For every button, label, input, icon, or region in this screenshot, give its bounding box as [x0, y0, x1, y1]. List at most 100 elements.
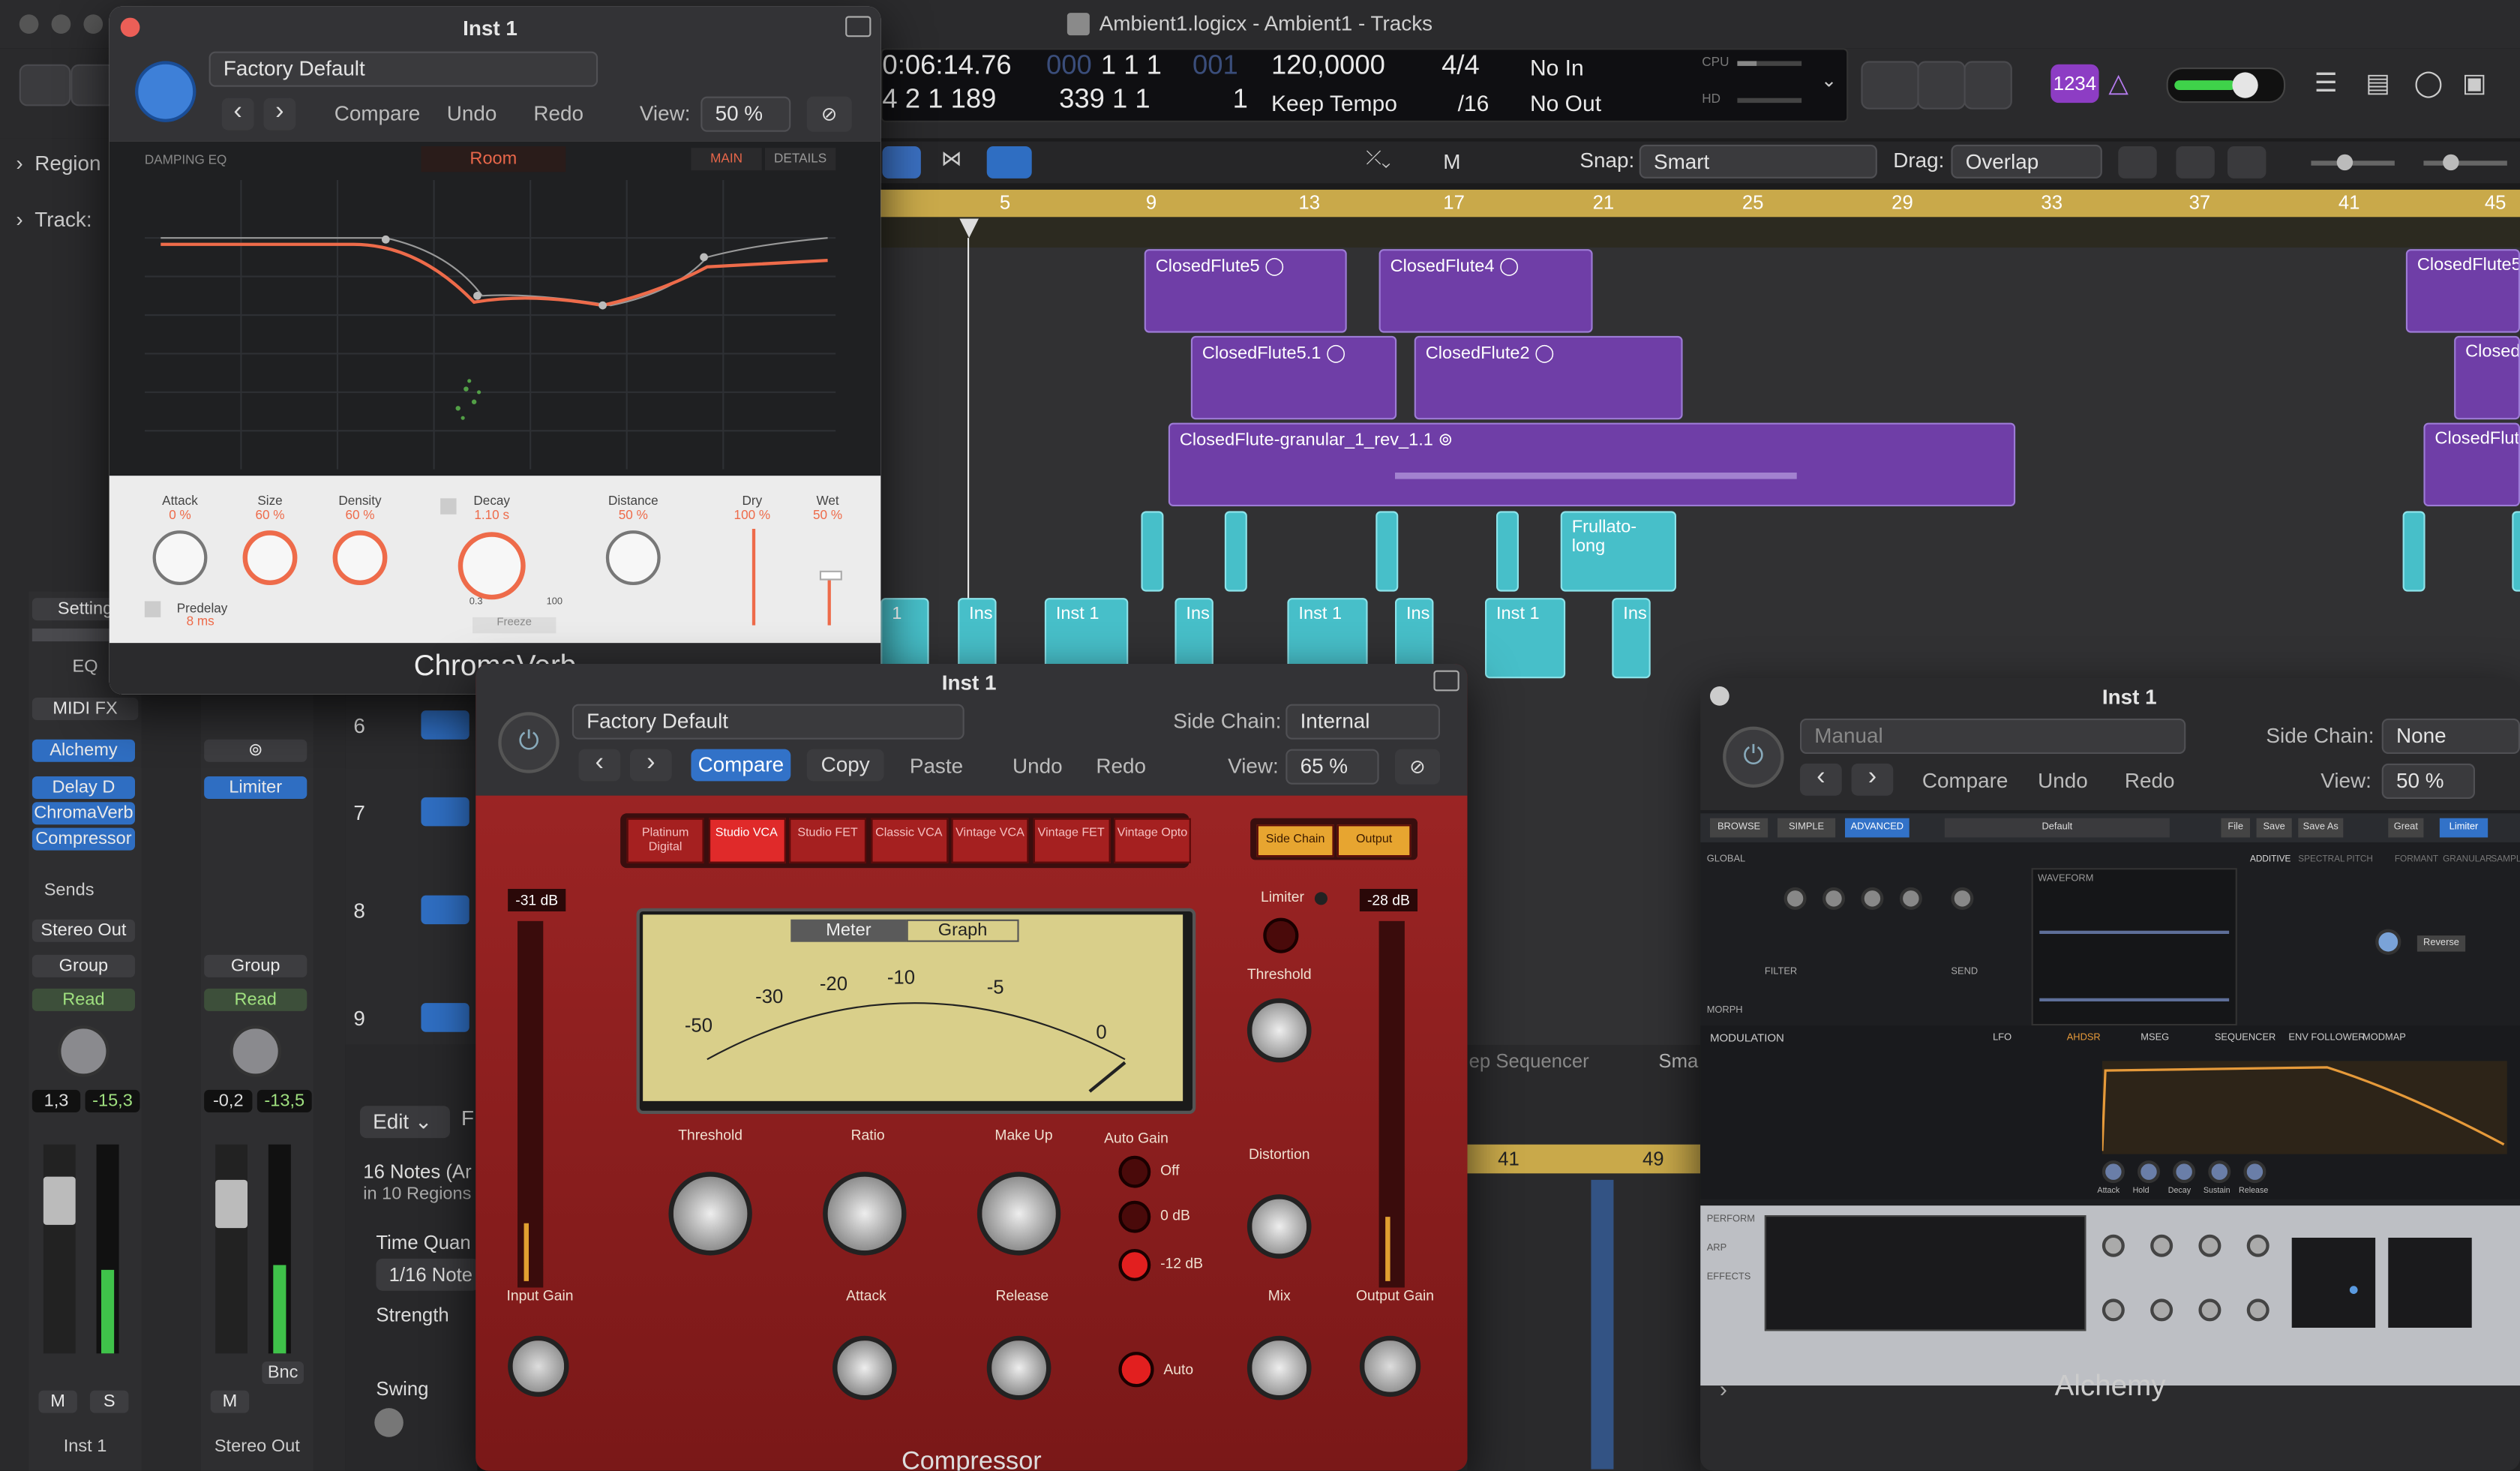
output-button[interactable]: Output	[1336, 824, 1412, 857]
region[interactable]: ClosedFlute5.1 ◯	[1190, 335, 1397, 420]
horizontal-zoom-icon[interactable]	[2228, 146, 2266, 179]
link-icon[interactable]: ⊘	[806, 96, 852, 132]
power-button[interactable]: ⏻	[498, 712, 560, 773]
auto-gain-off-button[interactable]	[1118, 1155, 1151, 1188]
close-window-button[interactable]	[19, 14, 39, 34]
horizontal-zoom-slider[interactable]	[2423, 154, 2507, 171]
disclosure-icon[interactable]: ›	[1720, 1376, 1727, 1401]
master-volume-slider[interactable]	[2166, 68, 2286, 104]
source-section-tab[interactable]: FORMANT	[2395, 855, 2438, 865]
source-section-tab[interactable]: GRANULAR	[2443, 855, 2492, 865]
region[interactable]	[1141, 511, 1164, 592]
reverb-knob[interactable]	[605, 530, 661, 585]
view-select[interactable]: 50 %	[700, 96, 791, 132]
threshold-knob[interactable]	[668, 1172, 752, 1256]
track-icon[interactable]	[421, 895, 470, 925]
previous-preset-button[interactable]: ‹	[578, 749, 621, 782]
source-section-tab[interactable]: SAMPLE	[2491, 855, 2520, 865]
close-plugin-button[interactable]	[120, 17, 140, 38]
source-section-tab[interactable]: PITCH	[2347, 855, 2373, 865]
region[interactable]: Frullato-long	[1560, 511, 1676, 592]
pan-knob[interactable]	[58, 1025, 110, 1077]
next-preset-button[interactable]: ›	[1851, 763, 1894, 796]
source-knob[interactable]	[1784, 887, 1807, 910]
cycle-bar[interactable]	[880, 189, 2520, 218]
group-slot-2[interactable]: Group	[204, 954, 308, 977]
lcd-chevron-icon[interactable]: ⌄	[1821, 69, 1838, 92]
distortion-knob[interactable]	[1246, 1194, 1312, 1259]
mute-button-2[interactable]: M	[210, 1390, 250, 1413]
edit-menu[interactable]: Edit ⌄	[360, 1106, 450, 1139]
volume-fader[interactable]	[43, 1144, 76, 1354]
reverb-knob[interactable]	[152, 530, 208, 585]
predelay-icon[interactable]	[144, 601, 161, 617]
undo-button[interactable]: Undo	[447, 101, 497, 125]
region[interactable]	[2512, 511, 2520, 592]
output-slot[interactable]: Stereo Out	[32, 919, 135, 942]
vol-knob[interactable]	[2375, 929, 2402, 955]
decay-link-icon[interactable]	[440, 498, 457, 515]
vertical-zoom-icon[interactable]	[2176, 146, 2215, 179]
snap-select[interactable]: Smart	[1639, 144, 1877, 179]
volume-fader-2[interactable]	[215, 1144, 248, 1354]
automation-read-2[interactable]: Read	[204, 988, 308, 1011]
reverb-knob[interactable]	[458, 532, 526, 600]
alchemy-preset-name[interactable]: Default	[1944, 818, 2170, 838]
limiter-button[interactable]	[1263, 917, 1299, 953]
input-gain-knob[interactable]	[508, 1335, 569, 1397]
envelope-knob[interactable]	[2208, 1160, 2231, 1184]
eq-curve-graph[interactable]	[144, 180, 836, 470]
minimize-window-button[interactable]	[51, 14, 71, 34]
close-plugin-button[interactable]	[1710, 686, 1730, 706]
modulation-tab[interactable]: LFO	[1993, 1034, 2012, 1043]
perform-knob[interactable]	[2102, 1298, 2125, 1322]
region[interactable]: ClosedFlute	[2423, 422, 2520, 506]
circuit-type-button[interactable]: Vintage FET	[1032, 818, 1110, 863]
waveform-zoom-icon[interactable]	[2118, 146, 2157, 179]
catch-icon[interactable]	[882, 146, 921, 179]
side-chain-select[interactable]: None	[2381, 718, 2520, 754]
undo-button[interactable]: Undo	[2038, 768, 2088, 792]
previous-preset-button[interactable]: ‹	[221, 98, 254, 131]
reverse-button[interactable]: Reverse	[2416, 935, 2466, 952]
perform-knob[interactable]	[2198, 1298, 2222, 1322]
save-button[interactable]: Save	[2256, 818, 2292, 838]
track-inspector-header[interactable]: › Track:	[16, 207, 92, 231]
redo-button[interactable]: Redo	[2125, 768, 2175, 792]
source-section-tab[interactable]: SPECTRAL	[2298, 855, 2344, 865]
region[interactable]	[1376, 511, 1399, 592]
make-up-knob[interactable]	[976, 1172, 1061, 1256]
vertical-zoom-slider[interactable]	[2311, 154, 2395, 171]
effects-label[interactable]: EFFECTS	[1707, 1273, 1751, 1283]
reverb-knob[interactable]	[242, 530, 298, 585]
perform-knob[interactable]	[2150, 1234, 2174, 1257]
ratio-knob[interactable]	[823, 1172, 907, 1256]
perform-knob[interactable]	[2150, 1298, 2174, 1322]
arp-label[interactable]: ARP	[1707, 1244, 1726, 1254]
undo-button[interactable]: Undo	[1012, 754, 1063, 778]
limiter-threshold-knob[interactable]	[1246, 998, 1312, 1063]
region-inspector-header[interactable]: › Region	[16, 151, 100, 175]
modulation-tab[interactable]: SEQUENCER	[2215, 1034, 2276, 1043]
power-button[interactable]	[135, 61, 196, 122]
source-knob[interactable]	[1951, 887, 1974, 910]
track-icon[interactable]	[421, 710, 470, 740]
volume-value-2[interactable]: -0,2	[204, 1089, 253, 1112]
metronome-icon[interactable]: △	[2108, 68, 2140, 100]
pan-knob-2[interactable]	[230, 1025, 281, 1077]
browse-tab[interactable]: BROWSE	[1710, 818, 1768, 838]
scissors-icon[interactable]	[986, 146, 1032, 179]
circuit-type-button[interactable]: Platinum Digital	[626, 818, 704, 863]
region[interactable]	[1224, 511, 1247, 592]
midi-fx-slot[interactable]: MIDI FX	[32, 698, 139, 720]
track-icon[interactable]	[421, 1003, 470, 1032]
circuit-type-button[interactable]: Studio VCA	[707, 818, 785, 863]
lcd-display[interactable]: 0:06:14.76 000 1 1 1 001 120,0000 4/4 No…	[880, 48, 1849, 122]
modulation-tab[interactable]: AHDSR	[2067, 1034, 2101, 1043]
loop-browser-icon[interactable]: ◯	[2414, 68, 2443, 100]
volume-value[interactable]: 1,3	[32, 1089, 81, 1112]
preset-select[interactable]: Manual	[1800, 718, 2186, 754]
mute-button[interactable]: M	[38, 1390, 77, 1413]
instrument-slot[interactable]: Alchemy	[32, 739, 135, 762]
perform-knob[interactable]	[2246, 1298, 2270, 1322]
